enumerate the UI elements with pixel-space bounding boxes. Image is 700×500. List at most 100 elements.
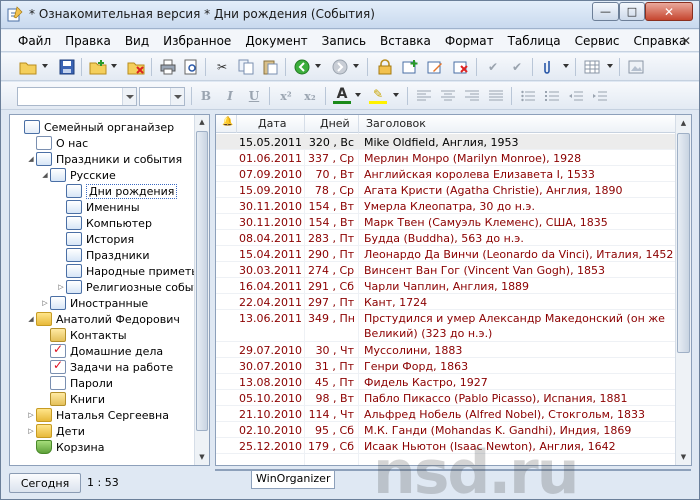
table-row[interactable]: 08.04.2011 283 , Пт Будда (Buddha), 563 до… bbox=[216, 230, 676, 246]
table-row[interactable]: 07.09.2010 70 , Вт Английская королева Ели… bbox=[216, 166, 676, 182]
add-icon[interactable] bbox=[401, 58, 419, 76]
table-row[interactable]: 30.11.2010 154 , Вт Марк Твен (Самуэль Кле… bbox=[216, 214, 676, 230]
sort-bell-icon[interactable]: 🔔 bbox=[222, 117, 233, 127]
edit-icon[interactable] bbox=[426, 58, 444, 76]
tree-item[interactable]: Семейный органайзер bbox=[14, 119, 174, 135]
tree-item[interactable]: Корзина bbox=[26, 439, 104, 455]
new-dropdown-icon[interactable] bbox=[111, 64, 117, 68]
table-row[interactable]: 15.09.2010 78 , Ср Агата Кристи (Agatha Ch… bbox=[216, 182, 676, 198]
table-row[interactable]: 21.10.2010 114 , Чт Альфред Нобель (Alfred… bbox=[216, 406, 676, 422]
tree-expander-icon[interactable]: ◢ bbox=[40, 171, 50, 179]
save-icon[interactable] bbox=[58, 58, 76, 76]
cut-icon[interactable]: ✂ bbox=[213, 58, 231, 76]
align-center-icon[interactable] bbox=[439, 87, 457, 105]
menu-favorites[interactable]: Избранное bbox=[156, 34, 238, 48]
table-row[interactable]: 16.04.2011 291 , Сб Чарли Чаплин, Англия, … bbox=[216, 278, 676, 294]
tree-item[interactable]: ◢ Праздники и события bbox=[26, 151, 182, 167]
column-header-title[interactable]: Заголовок bbox=[366, 117, 426, 130]
menu-close-icon[interactable]: ✕ bbox=[681, 34, 691, 48]
tree-item[interactable]: Праздники bbox=[56, 247, 150, 263]
tree-expander-icon[interactable]: ▷ bbox=[40, 299, 50, 307]
new-record-icon[interactable] bbox=[89, 58, 107, 76]
align-left-icon[interactable] bbox=[415, 87, 433, 105]
paste-icon[interactable] bbox=[261, 58, 279, 76]
table-row[interactable]: 15.04.2011 290 , Пт Леонардо Да Винчи (Leo… bbox=[216, 246, 676, 262]
today-button[interactable]: Сегодня bbox=[9, 473, 81, 493]
tree-item[interactable]: ◢ Анатолий Федорович bbox=[26, 311, 180, 327]
table-icon[interactable] bbox=[583, 58, 601, 76]
highlight-button[interactable]: ✎ bbox=[369, 87, 387, 104]
tree-item[interactable]: Именины bbox=[56, 199, 140, 215]
print-preview-icon[interactable] bbox=[182, 58, 200, 76]
menu-insert[interactable]: Вставка bbox=[373, 34, 438, 48]
minimize-button[interactable]: — bbox=[592, 2, 619, 21]
maximize-button[interactable]: □ bbox=[619, 2, 645, 21]
tree-expander-icon[interactable]: ◢ bbox=[26, 315, 36, 323]
remove-icon[interactable] bbox=[452, 58, 470, 76]
align-right-icon[interactable] bbox=[463, 87, 481, 105]
tree-expander-icon[interactable]: ▷ bbox=[26, 427, 36, 435]
tree-item[interactable]: Компьютер bbox=[56, 215, 152, 231]
tree-item[interactable]: Книги bbox=[40, 391, 105, 407]
scroll-down-icon[interactable]: ▼ bbox=[195, 450, 209, 465]
font-color-button[interactable]: A bbox=[333, 86, 351, 104]
back-icon[interactable] bbox=[293, 58, 311, 76]
scroll-up-icon[interactable]: ▲ bbox=[676, 115, 691, 131]
table-row[interactable]: 13.08.2010 45 , Пт Фидель Кастро, 1927 bbox=[216, 374, 676, 390]
tab-winorganizer[interactable]: WinOrganizer bbox=[251, 471, 336, 489]
tree-expander-icon[interactable]: ◢ bbox=[26, 155, 36, 163]
table-row[interactable]: 01.06.2011 337 , Ср Мерлин Монро (Marilyn … bbox=[216, 150, 676, 166]
table-row[interactable]: 15.05.2011 320 , Вс Mike Oldfield, Англия,… bbox=[216, 134, 676, 150]
tree-item[interactable]: Дни рождения bbox=[56, 183, 178, 199]
table-row[interactable]: 13.06.2011 349 , Пн Прстудился и умер Алек… bbox=[216, 310, 676, 342]
menu-service[interactable]: Сервис bbox=[568, 34, 627, 48]
tree-item[interactable]: Задачи на работе bbox=[40, 358, 173, 375]
lock-icon[interactable] bbox=[376, 58, 394, 76]
tree-expander-icon[interactable]: ▷ bbox=[56, 283, 66, 291]
tree-item[interactable]: О нас bbox=[26, 135, 88, 151]
column-header-date[interactable]: Дата bbox=[258, 117, 286, 130]
highlight-dropdown-icon[interactable] bbox=[393, 93, 399, 97]
tree-item[interactable]: ◢ Русские bbox=[40, 167, 116, 183]
subscript-button[interactable]: x₂ bbox=[301, 87, 319, 105]
table-row[interactable]: 29.07.2010 30 , Чт Муссолини, 1883 bbox=[216, 342, 676, 358]
column-header-days[interactable]: Дней bbox=[320, 117, 350, 130]
tree-item[interactable]: Пароли bbox=[40, 375, 113, 391]
check-disabled-icon[interactable]: ✔ bbox=[508, 58, 526, 76]
scroll-thumb[interactable] bbox=[196, 131, 208, 431]
print-icon[interactable] bbox=[159, 58, 177, 76]
tree-item[interactable]: ▷ Дети bbox=[26, 423, 85, 439]
tree-item[interactable]: Домашние дела bbox=[40, 342, 163, 359]
copy-icon[interactable] bbox=[237, 58, 255, 76]
forward-dropdown-icon[interactable] bbox=[353, 64, 359, 68]
tree-expander-icon[interactable]: ▷ bbox=[26, 411, 36, 419]
numbered-list-icon[interactable] bbox=[543, 87, 561, 105]
attach-dropdown-icon[interactable] bbox=[563, 64, 569, 68]
font-color-dropdown-icon[interactable] bbox=[355, 93, 361, 97]
italic-button[interactable]: I bbox=[221, 87, 239, 105]
indent-icon[interactable] bbox=[591, 87, 609, 105]
delete-record-icon[interactable] bbox=[127, 58, 145, 76]
menu-record[interactable]: Запись bbox=[315, 34, 373, 48]
open-dropdown-icon[interactable] bbox=[42, 64, 48, 68]
folder-tree[interactable]: Семейный органайзер О нас ◢ Праздники и соб… bbox=[9, 114, 210, 466]
scroll-thumb[interactable] bbox=[677, 133, 690, 353]
menu-document[interactable]: Документ bbox=[238, 34, 314, 48]
table-row[interactable]: 22.04.2011 297 , Пт Кант, 1724 bbox=[216, 294, 676, 310]
underline-button[interactable]: U bbox=[245, 87, 263, 105]
check-icon[interactable]: ✔ bbox=[484, 58, 502, 76]
close-button[interactable]: ✕ bbox=[645, 2, 693, 21]
tree-item[interactable]: ▷ Иностранные bbox=[40, 295, 148, 311]
menu-file[interactable]: Файл bbox=[11, 34, 58, 48]
table-scrollbar[interactable]: ▲ ▼ bbox=[675, 115, 691, 465]
tree-item[interactable]: Контакты bbox=[40, 327, 127, 343]
table-row[interactable]: 05.10.2010 98 , Вт Пабло Пикассо (Pablo Pi… bbox=[216, 390, 676, 406]
menu-format[interactable]: Формат bbox=[438, 34, 501, 48]
tree-scrollbar[interactable]: ▲ ▼ bbox=[194, 115, 209, 465]
menu-edit[interactable]: Правка bbox=[58, 34, 118, 48]
tree-item[interactable]: ▷ Религиозные события bbox=[56, 279, 209, 295]
frame-icon[interactable] bbox=[627, 58, 645, 76]
table-row[interactable]: 30.07.2010 31 , Пт Генри Форд, 1863 bbox=[216, 358, 676, 374]
font-name-select[interactable] bbox=[17, 87, 137, 106]
table-row[interactable]: 30.03.2011 274 , Ср Винсент Ван Гог (Vince… bbox=[216, 262, 676, 278]
